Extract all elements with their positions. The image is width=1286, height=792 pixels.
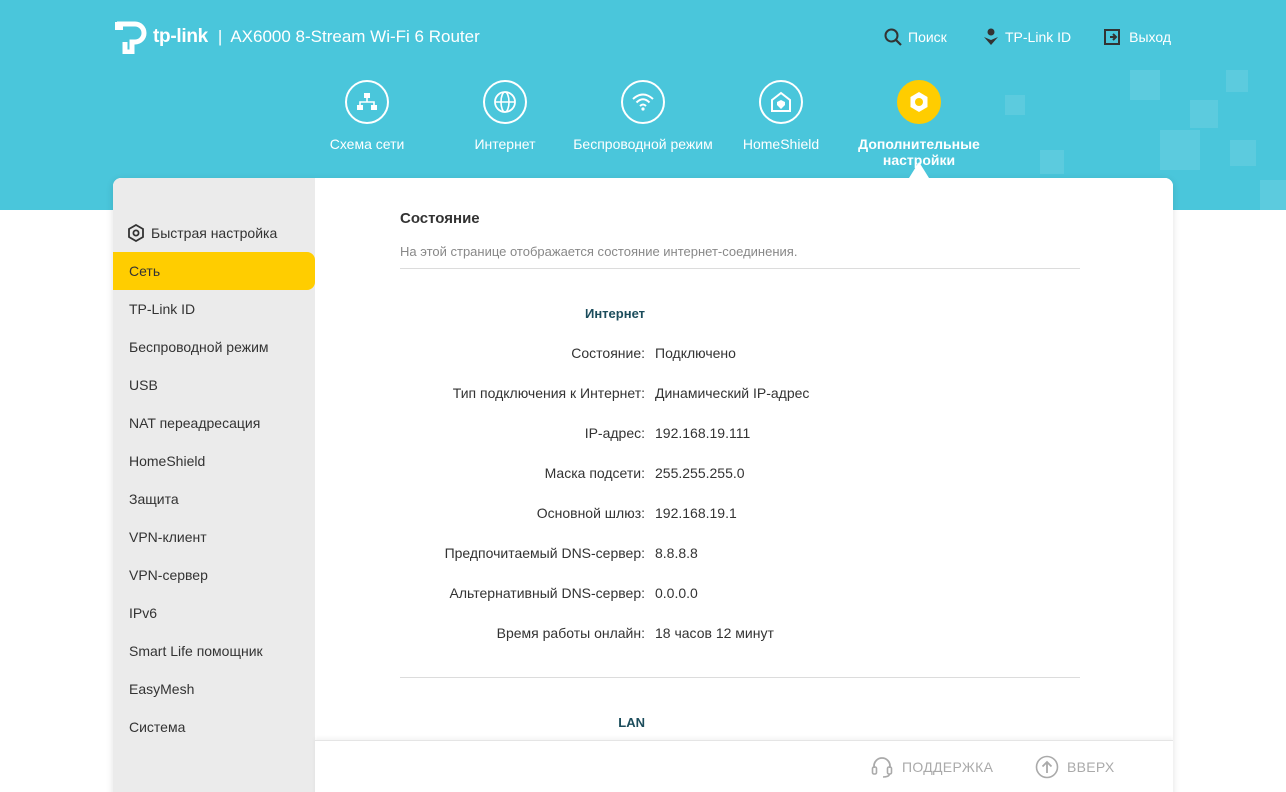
top-links: Поиск TP-Link ID Выход [884, 28, 1171, 46]
support-link[interactable]: ПОДДЕРЖКА [870, 755, 993, 779]
router-model: AX6000 8-Stream Wi-Fi 6 Router [230, 27, 480, 46]
support-label: ПОДДЕРЖКА [902, 759, 994, 775]
sidebar-item-nat[interactable]: NAT переадресация [113, 404, 315, 442]
sidebar-item-homeshield[interactable]: HomeShield [113, 442, 315, 480]
divider [400, 677, 1080, 678]
search-label: Поиск [908, 29, 947, 45]
ip-address-row: IP-адрес: 192.168.19.111 [400, 425, 1080, 445]
connection-type-row: Тип подключения к Интернет: Динамический… [400, 385, 1080, 405]
quick-setup-label: Быстрая настройка [151, 225, 278, 241]
decor-square [1260, 180, 1286, 210]
internet-section-title: Интернет [584, 306, 645, 321]
row-value: 255.255.255.0 [655, 465, 745, 481]
quick-setup-link[interactable]: Быстрая настройка [127, 224, 277, 242]
row-label: Тип подключения к Интернет: [452, 385, 645, 401]
row-value: 0.0.0.0 [655, 585, 698, 601]
nav-advanced[interactable]: Дополнительные настройки [849, 80, 989, 168]
uptime-row: Время работы онлайн: 18 часов 12 минут [400, 625, 1080, 645]
row-label: Маска подсети: [544, 465, 645, 481]
tplink-id-label: TP-Link ID [1005, 29, 1072, 45]
row-label: Альтернативный DNS-сервер: [449, 585, 645, 601]
footer-bar: ПОДДЕРЖКА ВВЕРХ [315, 740, 1173, 792]
row-value: 8.8.8.8 [655, 545, 698, 561]
row-label: Состояние: [571, 345, 645, 361]
secondary-dns-row: Альтернативный DNS-сервер: 0.0.0.0 [400, 585, 1080, 605]
nav-homeshield[interactable]: HomeShield [711, 80, 851, 152]
logout-link[interactable]: Выход [1103, 28, 1171, 46]
headset-icon [871, 757, 893, 778]
tplink-id-link[interactable]: TP-Link ID [983, 28, 1071, 46]
sidebar-item-tplink-id[interactable]: TP-Link ID [113, 290, 315, 328]
row-value: Динамический IP-адрес [655, 385, 810, 401]
sidebar-item-vpn-server[interactable]: VPN-сервер [113, 556, 315, 594]
row-value: 18 часов 12 минут [655, 625, 774, 641]
globe-icon [483, 80, 527, 124]
search-icon [884, 28, 902, 46]
row-value: 192.168.19.1 [655, 505, 737, 521]
sidebar-item-network[interactable]: Сеть [113, 252, 315, 290]
sidebar-item-system[interactable]: Система [113, 708, 315, 746]
content-panel: Состояние На этой странице отображается … [315, 178, 1173, 792]
nav-internet[interactable]: Интернет [435, 80, 575, 152]
tp-link-logo-icon [113, 20, 149, 55]
sidebar-item-easymesh[interactable]: EasyMesh [113, 670, 315, 708]
search-link[interactable]: Поиск [884, 28, 949, 46]
home-shield-icon [759, 80, 803, 124]
sidebar: Быстрая настройка Сеть TP-Link ID Беспро… [113, 178, 315, 792]
sidebar-item-vpn-client[interactable]: VPN-клиент [113, 518, 315, 556]
gear-icon [128, 224, 144, 242]
decor-square [1230, 140, 1256, 166]
advanced-gear-icon [897, 80, 941, 124]
subnet-mask-row: Маска подсети: 255.255.255.0 [400, 465, 1080, 485]
decor-square [1005, 95, 1025, 115]
row-value: Подключено [655, 345, 736, 361]
decor-square [1226, 70, 1248, 92]
brand-name: tp-link [153, 26, 208, 47]
back-to-top-label: ВВЕРХ [1067, 759, 1115, 775]
lan-section-title: LAN [618, 715, 645, 730]
wifi-icon [621, 80, 665, 124]
row-label: Предпочитаемый DNS-сервер: [444, 545, 645, 561]
brand-separator: | [217, 27, 223, 46]
nav-wireless[interactable]: Беспроводной режим [573, 80, 713, 152]
sidebar-item-smart-life[interactable]: Smart Life помощник [113, 632, 315, 670]
main-card: Быстрая настройка Сеть TP-Link ID Беспро… [113, 178, 1173, 792]
sidebar-item-ipv6[interactable]: IPv6 [113, 594, 315, 632]
page-description: На этой странице отображается состояние … [400, 244, 798, 259]
brand-logo: tp-link | AX6000 8-Stream Wi-Fi 6 Router [113, 20, 480, 55]
nav-label: Беспроводной режим [573, 136, 713, 152]
logout-icon [1104, 29, 1121, 45]
arrow-up-circle-icon [1035, 755, 1059, 779]
row-label: Основной шлюз: [536, 505, 645, 521]
status-row: Состояние: Подключено [400, 345, 1080, 365]
decor-square [1130, 70, 1160, 100]
network-map-icon [345, 80, 389, 124]
nav-label: HomeShield [742, 136, 820, 152]
sidebar-item-security[interactable]: Защита [113, 480, 315, 518]
decor-square [1160, 130, 1200, 170]
nav-label: Схема сети [329, 136, 405, 152]
decor-square [1190, 100, 1218, 128]
row-label: Время работы онлайн: [496, 625, 645, 641]
row-value: 192.168.19.111 [655, 425, 751, 441]
gateway-row: Основной шлюз: 192.168.19.1 [400, 505, 1080, 525]
nav-network-map[interactable]: Схема сети [297, 80, 437, 152]
primary-dns-row: Предпочитаемый DNS-сервер: 8.8.8.8 [400, 545, 1080, 565]
row-label: IP-адрес: [584, 425, 645, 441]
divider [400, 268, 1080, 269]
tplink-id-icon [984, 28, 998, 45]
page-title: Состояние [400, 210, 480, 227]
active-nav-pointer [909, 162, 929, 178]
sidebar-item-usb[interactable]: USB [113, 366, 315, 404]
logout-label: Выход [1129, 29, 1172, 45]
back-to-top-link[interactable]: ВВЕРХ [1035, 755, 1115, 779]
decor-square [1040, 150, 1064, 174]
nav-label: Интернет [474, 136, 536, 152]
sidebar-item-wireless[interactable]: Беспроводной режим [113, 328, 315, 366]
